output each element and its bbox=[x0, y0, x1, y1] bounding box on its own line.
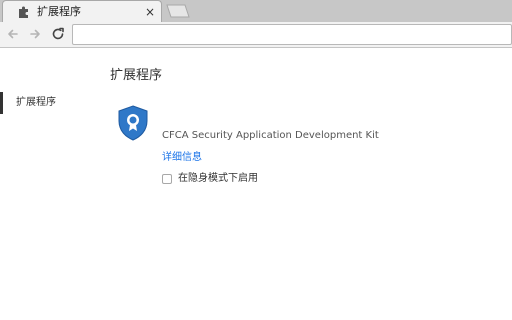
address-bar[interactable] bbox=[72, 24, 512, 45]
extension-name: CFCA Security Application Development Ki… bbox=[162, 130, 379, 141]
close-tab-icon[interactable]: × bbox=[145, 4, 155, 20]
incognito-checkbox[interactable] bbox=[162, 174, 172, 184]
page-title: 扩展程序 bbox=[110, 68, 163, 83]
incognito-label: 在隐身模式下启用 bbox=[178, 173, 258, 184]
tab-title: 扩展程序 bbox=[37, 5, 81, 18]
toolbar bbox=[0, 22, 512, 48]
puzzle-icon bbox=[19, 6, 28, 18]
shield-badge-icon bbox=[118, 105, 148, 141]
details-link[interactable]: 详细信息 bbox=[162, 148, 202, 163]
forward-arrow-icon[interactable] bbox=[27, 26, 43, 42]
reload-icon[interactable] bbox=[50, 26, 66, 42]
sidebar-item-label: 扩展程序 bbox=[16, 97, 56, 108]
incognito-option: 在隐身模式下启用 bbox=[162, 172, 258, 186]
sidebar-item-extensions[interactable]: 扩展程序 bbox=[0, 92, 100, 114]
back-arrow-icon[interactable] bbox=[5, 26, 21, 42]
new-tab-button[interactable] bbox=[165, 3, 191, 19]
tab-strip: 扩展程序 × bbox=[0, 0, 512, 22]
tab-extensions[interactable]: 扩展程序 × bbox=[2, 0, 162, 22]
